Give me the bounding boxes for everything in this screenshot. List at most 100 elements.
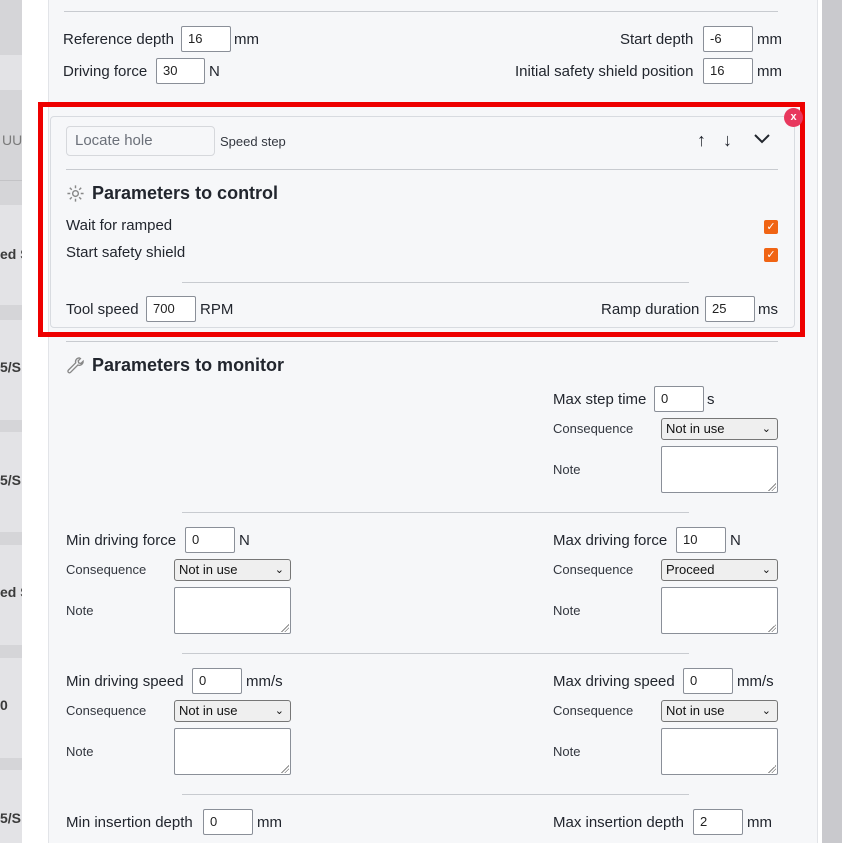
bg-row [0, 55, 22, 90]
consequence-label: Consequence [66, 703, 147, 718]
driving-force-input[interactable]: 30 [156, 58, 205, 84]
divider [182, 653, 689, 654]
min-insertion-depth-unit: mm [257, 814, 282, 831]
min-driving-force-note[interactable] [174, 587, 291, 634]
max-driving-force-label: Max driving force [553, 532, 668, 549]
min-driving-force-label: Min driving force [66, 532, 177, 549]
divider [182, 282, 689, 283]
ramp-duration-input[interactable]: 25 [705, 296, 755, 322]
max-step-time-note[interactable] [661, 446, 778, 493]
wait-for-ramped-label: Wait for ramped [66, 217, 173, 234]
resize-grip-icon[interactable] [768, 765, 776, 773]
max-insertion-depth-unit: mm [747, 814, 772, 831]
card-divider [66, 169, 778, 170]
min-insertion-depth-label: Min insertion depth [66, 814, 193, 831]
divider [66, 341, 778, 342]
bg-row-label: 0 [0, 697, 8, 713]
driving-force-label: Driving force [63, 63, 148, 80]
chevron-down-icon: ⌄ [274, 705, 284, 717]
divider [182, 512, 689, 513]
start-depth-input[interactable]: -6 [703, 26, 753, 52]
remove-step-button[interactable]: x [784, 108, 803, 127]
divider [182, 794, 689, 795]
step-type-label: Speed step [220, 134, 286, 149]
max-insertion-depth-label: Max insertion depth [553, 814, 684, 831]
bg-uu-label: UU [2, 132, 23, 148]
consequence-label: Consequence [553, 703, 634, 718]
chevron-down-icon: ⌄ [761, 564, 771, 576]
min-insertion-depth-input[interactable]: 0 [203, 809, 253, 835]
bg-row [0, 770, 22, 843]
resize-grip-icon[interactable] [768, 624, 776, 632]
chevron-down-icon: ⌄ [761, 423, 771, 435]
collapse-chevron-icon[interactable] [752, 128, 772, 153]
initial-safety-shield-input[interactable]: 16 [703, 58, 753, 84]
reference-depth-label: Reference depth [63, 31, 174, 48]
move-down-icon[interactable]: ↓ [723, 130, 732, 151]
note-label: Note [66, 603, 94, 618]
consequence-label: Consequence [553, 562, 634, 577]
move-up-icon[interactable]: ↑ [697, 130, 706, 151]
step-name-input[interactable]: Locate hole [66, 126, 215, 156]
select-value: Not in use [179, 562, 238, 577]
max-step-time-unit: s [707, 391, 715, 408]
note-label: Note [553, 744, 581, 759]
max-driving-speed-input[interactable]: 0 [683, 668, 733, 694]
bg-divider [0, 180, 22, 181]
tool-speed-input[interactable]: 700 [146, 296, 196, 322]
select-value: Not in use [179, 703, 238, 718]
max-driving-speed-consequence-select[interactable]: Not in use ⌄ [661, 700, 778, 722]
ramp-duration-unit: ms [758, 301, 778, 318]
note-label: Note [553, 603, 581, 618]
max-insertion-depth-input[interactable]: 2 [693, 809, 743, 835]
divider [64, 11, 778, 12]
consequence-label: Consequence [66, 562, 147, 577]
tool-speed-label: Tool speed [66, 301, 139, 318]
initial-safety-shield-unit: mm [757, 63, 782, 80]
monitor-section-title: Parameters to monitor [92, 355, 285, 375]
select-value: Proceed [666, 562, 715, 577]
wrench-icon [66, 356, 85, 380]
max-driving-speed-label: Max driving speed [553, 673, 675, 690]
start-depth-label: Start depth [620, 31, 694, 48]
max-driving-force-unit: N [730, 532, 741, 549]
chevron-down-icon: ⌄ [274, 564, 284, 576]
max-driving-speed-unit: mm/s [737, 673, 774, 690]
bg-row-label: 5/S [0, 810, 22, 826]
start-safety-shield-label: Start safety shield [66, 244, 186, 261]
max-step-time-input[interactable]: 0 [654, 386, 704, 412]
start-safety-shield-checkbox[interactable]: ✓ [764, 248, 778, 262]
bg-row-label: 5/S [0, 359, 22, 375]
reference-depth-unit: mm [234, 31, 259, 48]
min-driving-speed-input[interactable]: 0 [192, 668, 242, 694]
gear-icon [66, 184, 85, 208]
chevron-down-icon: ⌄ [761, 705, 771, 717]
consequence-label: Consequence [553, 421, 634, 436]
initial-safety-shield-label: Initial safety shield position [515, 63, 694, 80]
tool-speed-unit: RPM [200, 301, 234, 318]
note-label: Note [553, 462, 581, 477]
resize-grip-icon[interactable] [281, 765, 289, 773]
select-value: Not in use [666, 421, 725, 436]
min-driving-force-consequence-select[interactable]: Not in use ⌄ [174, 559, 291, 581]
max-driving-force-note[interactable] [661, 587, 778, 634]
resize-grip-icon[interactable] [281, 624, 289, 632]
min-driving-force-input[interactable]: 0 [185, 527, 235, 553]
max-driving-force-consequence-select[interactable]: Proceed ⌄ [661, 559, 778, 581]
max-driving-speed-note[interactable] [661, 728, 778, 775]
max-step-time-consequence-select[interactable]: Not in use ⌄ [661, 418, 778, 440]
wait-for-ramped-checkbox[interactable]: ✓ [764, 220, 778, 234]
driving-force-unit: N [209, 63, 220, 80]
min-driving-speed-note[interactable] [174, 728, 291, 775]
reference-depth-input[interactable]: 16 [181, 26, 231, 52]
max-driving-force-input[interactable]: 10 [676, 527, 726, 553]
ramp-duration-label: Ramp duration [601, 301, 700, 318]
min-driving-speed-unit: mm/s [246, 673, 283, 690]
min-driving-speed-label: Min driving speed [66, 673, 184, 690]
resize-grip-icon[interactable] [768, 483, 776, 491]
control-section-title: Parameters to control [92, 183, 279, 203]
note-label: Note [66, 744, 94, 759]
min-driving-speed-consequence-select[interactable]: Not in use ⌄ [174, 700, 291, 722]
select-value: Not in use [666, 703, 725, 718]
start-depth-unit: mm [757, 31, 782, 48]
